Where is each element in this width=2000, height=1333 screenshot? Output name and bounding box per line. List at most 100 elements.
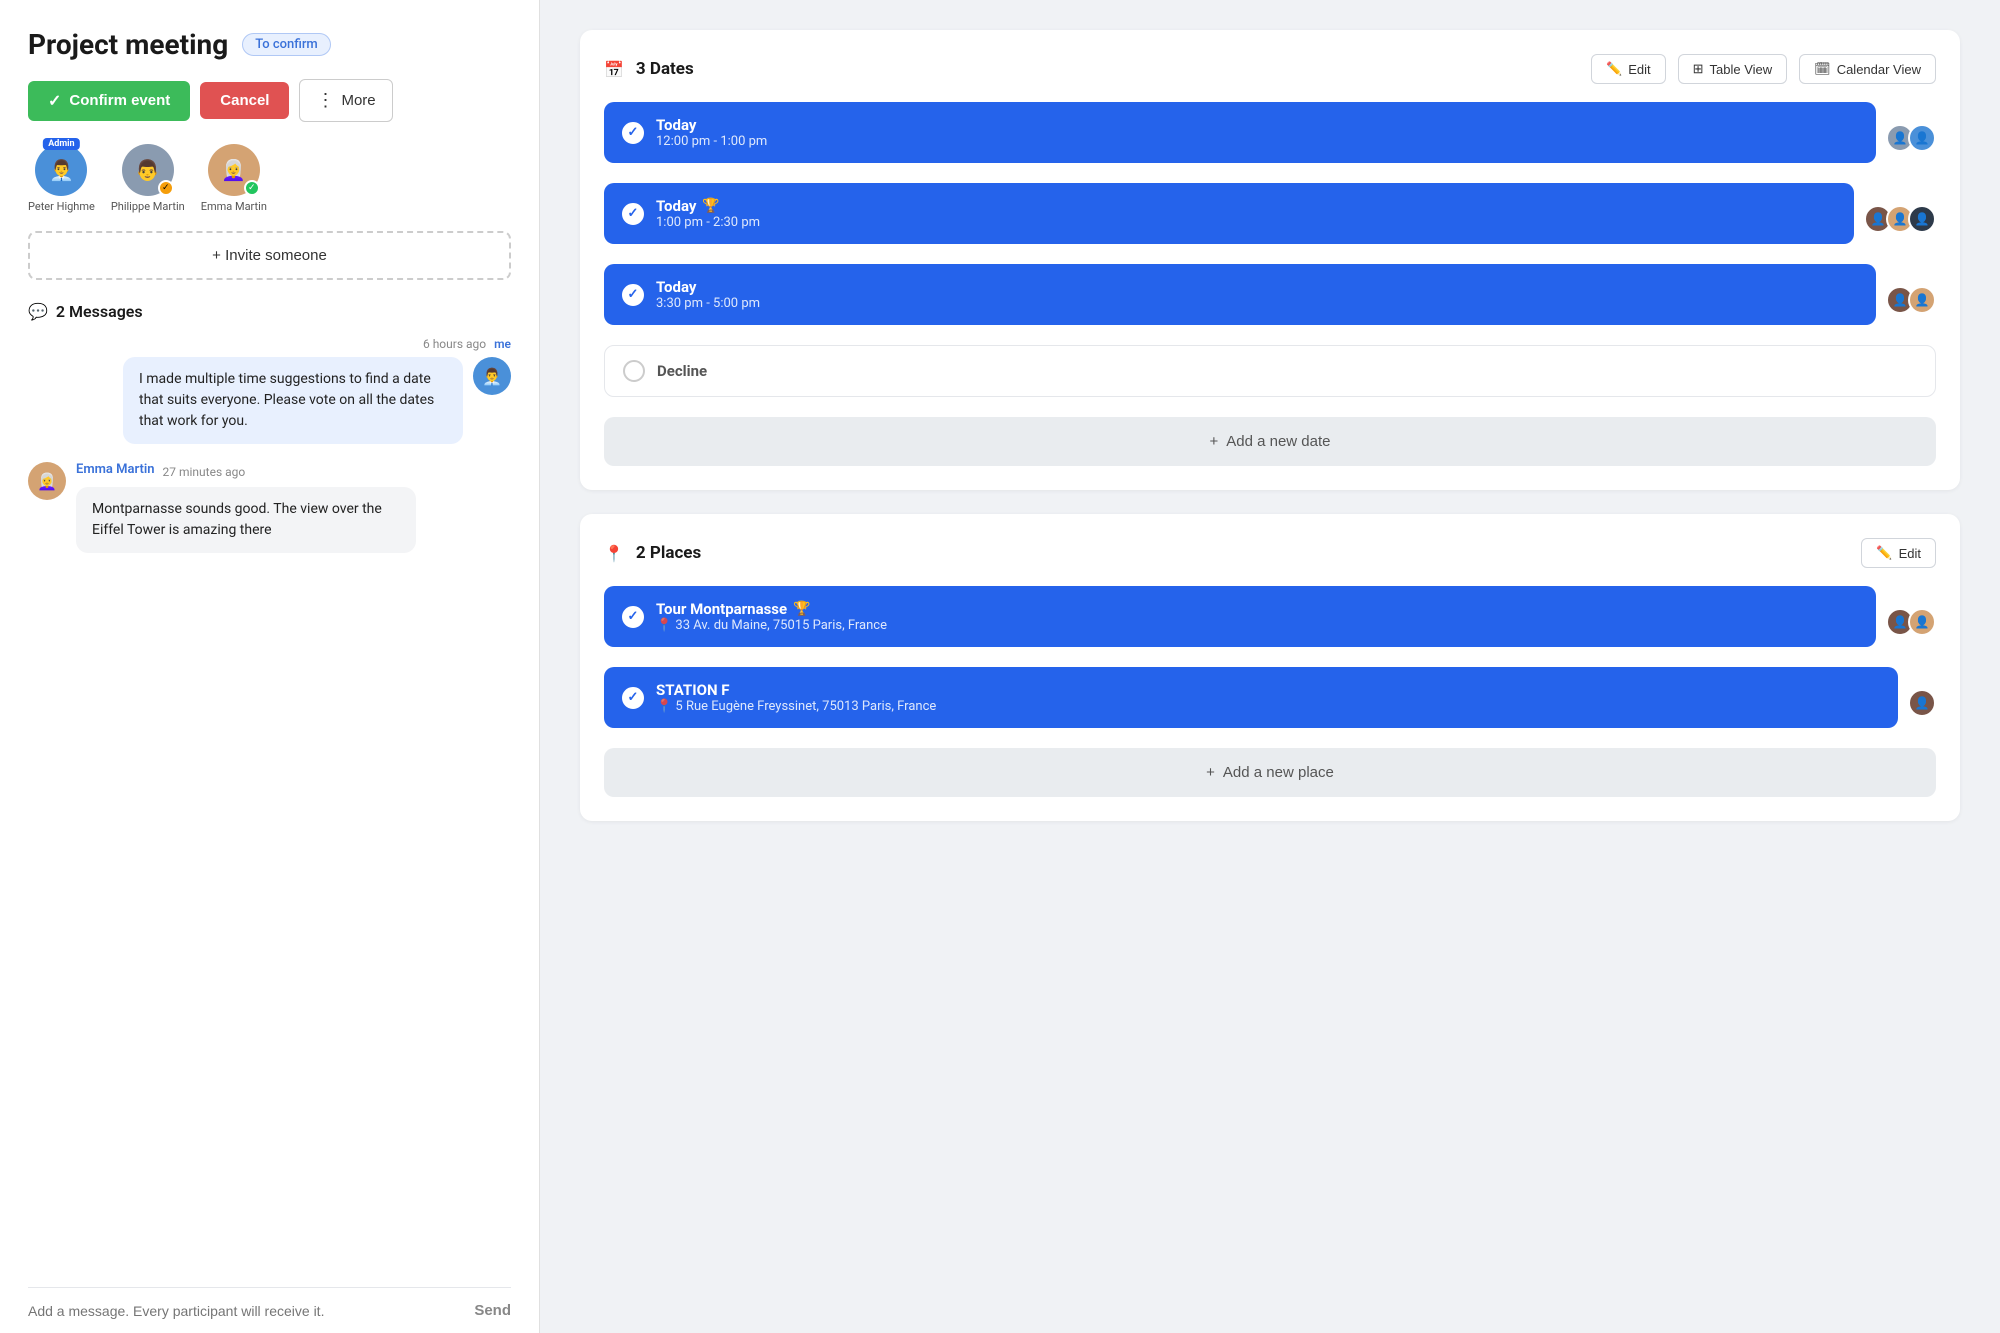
avatar-emma-msg: 👩‍🦳 (28, 462, 66, 500)
message-meta-2: Emma Martin 27 minutes ago (76, 462, 416, 481)
participant-emma: 👩‍🦳 ✓ Emma Martin (201, 144, 267, 213)
send-button[interactable]: Send (474, 1302, 511, 1319)
decline-row: Decline (604, 345, 1936, 407)
place-row-2: STATION F 📍 5 Rue Eugène Freyssinet, 750… (604, 667, 1936, 738)
date-avatar-2-3: 👤 (1908, 205, 1936, 233)
place-info-2: STATION F 📍 5 Rue Eugène Freyssinet, 750… (656, 681, 1880, 714)
date-avatar-1-2: 👤 (1908, 124, 1936, 152)
place-name-2: STATION F (656, 681, 1880, 699)
right-panel: 📅 3 Dates ✏️ Edit ⊞ Table View 🗓 Calenda… (540, 0, 2000, 1333)
pencil-icon-places: ✏️ (1876, 545, 1892, 561)
page-title: Project meeting (28, 28, 228, 61)
table-icon: ⊞ (1693, 61, 1704, 77)
status-badge: To confirm (242, 33, 331, 56)
messages-section: 💬 2 Messages 6 hours ago me 👨‍💼 I made m… (28, 302, 511, 1333)
calendar-view-button[interactable]: 🗓 Calendar View (1799, 54, 1936, 84)
verified-badge-philippe: ✓ (158, 180, 174, 196)
date-time-2: 1:00 pm - 2:30 pm (656, 215, 1836, 230)
message-input[interactable] (28, 1303, 466, 1319)
participant-name-emma: Emma Martin (201, 200, 267, 213)
message-bubble-2: Montparnasse sounds good. The view over … (76, 487, 416, 553)
avatar-emoji-peter: 👨‍💼 (49, 158, 74, 182)
left-panel: Project meeting To confirm ✓ Confirm eve… (0, 0, 540, 1333)
place-checkbox-1 (622, 606, 644, 628)
participant-philippe: 👨 ✓ Philippe Martin (111, 144, 185, 213)
admin-badge-peter: Admin (43, 138, 79, 150)
more-button[interactable]: ⋮ More (299, 79, 392, 122)
avatar-emoji-emma: 👩‍🦳 (221, 158, 246, 182)
place-item-1[interactable]: Tour Montparnasse 🏆 📍 33 Av. du Maine, 7… (604, 586, 1876, 647)
place-avatars-2: 👤 (1908, 689, 1936, 717)
pin-icon-small-2: 📍 (656, 699, 672, 714)
cancel-button[interactable]: Cancel (200, 82, 289, 119)
pin-icon: 📍 (604, 544, 624, 563)
avatar-emoji-philippe: 👨 (135, 158, 160, 182)
avatar-me: 👨‍💼 (473, 357, 511, 395)
dates-card-header: 📅 3 Dates ✏️ Edit ⊞ Table View 🗓 Calenda… (604, 54, 1936, 84)
participant-name-philippe: Philippe Martin (111, 200, 185, 213)
places-edit-button[interactable]: ✏️ Edit (1861, 538, 1936, 568)
place-address-2: 📍 5 Rue Eugène Freyssinet, 75013 Paris, … (656, 699, 1880, 714)
chat-icon: 💬 (28, 302, 48, 321)
decline-item[interactable]: Decline (604, 345, 1936, 397)
message-item-2: 👩‍🦳 Emma Martin 27 minutes ago Montparna… (28, 462, 511, 553)
date-item-1[interactable]: Today 12:00 pm - 1:00 pm (604, 102, 1876, 163)
add-new-place-button[interactable]: + Add a new place (604, 748, 1936, 797)
date-avatars-3: 👤 👤 (1886, 286, 1936, 314)
cal-icon: 🗓 (1814, 61, 1831, 77)
messages-list: 6 hours ago me 👨‍💼 I made multiple time … (28, 337, 511, 1271)
date-avatars-2: 👤 👤 👤 (1864, 205, 1936, 233)
place-address-1: 📍 33 Av. du Maine, 75015 Paris, France (656, 618, 1858, 633)
place-name-1: Tour Montparnasse 🏆 (656, 600, 1858, 618)
message-bubble-wrap-2: 👩‍🦳 Emma Martin 27 minutes ago Montparna… (28, 462, 511, 553)
place-row-1: Tour Montparnasse 🏆 📍 33 Av. du Maine, 7… (604, 586, 1936, 657)
date-info-1: Today 12:00 pm - 1:00 pm (656, 116, 1858, 149)
action-row: ✓ Confirm event Cancel ⋮ More (28, 79, 511, 122)
plus-icon-date: + (1209, 433, 1218, 450)
place-item-2[interactable]: STATION F 📍 5 Rue Eugène Freyssinet, 750… (604, 667, 1898, 728)
place-info-1: Tour Montparnasse 🏆 📍 33 Av. du Maine, 7… (656, 600, 1858, 633)
dates-card-title: 3 Dates (636, 59, 1579, 79)
date-info-2: Today 🏆 1:00 pm - 2:30 pm (656, 197, 1836, 230)
add-new-date-button[interactable]: + Add a new date (604, 417, 1936, 466)
participants-row: 👨‍💼 Admin Peter Highme 👨 ✓ Philippe Mart… (28, 144, 511, 213)
decline-checkbox (623, 360, 645, 382)
messages-header: 💬 2 Messages (28, 302, 511, 321)
message-bubble-1: I made multiple time suggestions to find… (123, 357, 463, 444)
decline-info: Decline (657, 362, 1917, 380)
date-checkbox-3 (622, 284, 644, 306)
place-checkbox-2 (622, 687, 644, 709)
date-checkbox-2 (622, 203, 644, 225)
confirm-event-button[interactable]: ✓ Confirm event (28, 81, 190, 121)
plus-icon-place: + (1206, 764, 1215, 781)
places-card-header: 📍 2 Places ✏️ Edit (604, 538, 1936, 568)
message-item-1: 6 hours ago me 👨‍💼 I made multiple time … (28, 337, 511, 444)
date-item-2[interactable]: Today 🏆 1:00 pm - 2:30 pm (604, 183, 1854, 244)
date-day-3: Today (656, 278, 1858, 296)
dates-edit-button[interactable]: ✏️ Edit (1591, 54, 1666, 84)
avatar-philippe[interactable]: 👨 ✓ (122, 144, 174, 196)
place-avatars-1: 👤 👤 (1886, 608, 1936, 636)
date-time-3: 3:30 pm - 5:00 pm (656, 296, 1858, 311)
avatar-emoji-emma-msg: 👩‍🦳 (37, 472, 57, 491)
message-input-row: Send (28, 1287, 511, 1333)
participant-peter: 👨‍💼 Admin Peter Highme (28, 144, 95, 213)
message-bubble-wrap-1: 👨‍💼 I made multiple time suggestions to … (123, 357, 511, 444)
date-row-1: Today 12:00 pm - 1:00 pm 👤 👤 (604, 102, 1936, 173)
avatar-peter[interactable]: 👨‍💼 Admin (35, 144, 87, 196)
date-day-2: Today 🏆 (656, 197, 1836, 215)
pin-icon-small-1: 📍 (656, 618, 672, 633)
places-card-title: 2 Places (636, 543, 1849, 563)
green-check-badge-emma: ✓ (244, 180, 260, 196)
avatar-emma[interactable]: 👩‍🦳 ✓ (208, 144, 260, 196)
participant-name-peter: Peter Highme (28, 200, 95, 213)
table-view-button[interactable]: ⊞ Table View (1678, 54, 1788, 84)
date-row-3: Today 3:30 pm - 5:00 pm 👤 👤 (604, 264, 1936, 335)
place-avatar-1-2: 👤 (1908, 608, 1936, 636)
date-item-3[interactable]: Today 3:30 pm - 5:00 pm (604, 264, 1876, 325)
dots-icon: ⋮ (316, 90, 335, 111)
date-checkbox-1 (622, 122, 644, 144)
place-avatar-2-1: 👤 (1908, 689, 1936, 717)
invite-someone-button[interactable]: + Invite someone (28, 231, 511, 280)
title-row: Project meeting To confirm (28, 28, 511, 61)
